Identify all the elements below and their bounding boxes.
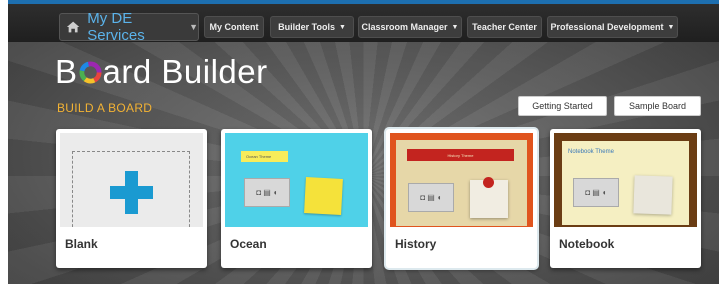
nav-label: Builder Tools: [278, 22, 335, 32]
theme-card-ocean[interactable]: Ocean Theme ◘ ▤ ◖ Ocean: [221, 129, 372, 268]
nav-my-content[interactable]: My Content: [204, 16, 264, 38]
chevron-down-icon: ▼: [667, 23, 675, 31]
nav-label: My Content: [209, 22, 259, 32]
getting-started-button[interactable]: Getting Started: [518, 96, 607, 116]
media-box: ◘ ▤ ◖: [408, 183, 454, 212]
document-icon: ▤: [427, 193, 435, 202]
theme-tag: Ocean Theme: [241, 151, 288, 162]
theme-card-history[interactable]: History Theme ◘ ▤ ◖ History: [386, 129, 537, 268]
my-de-services-label: My DE Services: [87, 10, 145, 44]
theme-tag-text: Notebook Theme: [568, 149, 614, 155]
logo-text-start: B: [55, 53, 78, 90]
blank-thumbnail: [60, 133, 203, 227]
chevron-down-icon: ▼: [338, 23, 346, 31]
history-thumbnail: History Theme ◘ ▤ ◖: [390, 133, 533, 227]
logo-text-end: ard Builder: [102, 53, 268, 90]
camera-icon: ◘: [256, 188, 262, 197]
camera-icon: ◘: [585, 188, 591, 197]
notebook-thumbnail: Notebook Theme ◘ ▤ ◖: [554, 133, 697, 227]
nav-teacher-center[interactable]: Teacher Center: [467, 16, 542, 38]
ocean-thumbnail: Ocean Theme ◘ ▤ ◖: [225, 133, 368, 227]
theme-tag: Notebook Theme: [568, 149, 614, 155]
sticky-note: [304, 177, 343, 215]
camera-icon: ◘: [420, 193, 426, 202]
theme-tag-text: History Theme: [447, 152, 474, 158]
wax-seal: [483, 177, 494, 188]
chevron-down-icon: ▼: [189, 22, 198, 32]
theme-tag-text: Ocean Theme: [246, 154, 272, 159]
theme-label: Ocean: [230, 237, 267, 251]
theme-banner: History Theme: [407, 149, 514, 161]
nav-label: Professional Development: [550, 22, 664, 32]
build-a-board-heading: BUILD A BOARD: [57, 101, 153, 115]
nav-label: Classroom Manager: [361, 22, 448, 32]
theme-card-blank[interactable]: Blank: [56, 129, 207, 268]
board-builder-logo: B ard Builder: [55, 53, 268, 91]
theme-label: History: [395, 237, 437, 251]
nav-label: Teacher Center: [472, 22, 537, 32]
theme-label: Notebook: [559, 237, 615, 251]
chevron-down-icon: ▼: [451, 23, 459, 31]
media-box: ◘ ▤ ◖: [573, 178, 619, 207]
sample-board-button[interactable]: Sample Board: [614, 96, 701, 116]
nav-classroom-manager[interactable]: Classroom Manager ▼: [358, 16, 462, 38]
color-wheel-icon: [78, 61, 102, 84]
my-de-services-button[interactable]: My DE Services ▼: [59, 10, 199, 44]
nav-builder-tools[interactable]: Builder Tools ▼: [270, 16, 354, 38]
home-icon: [66, 21, 80, 33]
theme-label: Blank: [65, 237, 98, 251]
top-navigation: My DE Services ▼ My Content Builder Tool…: [8, 0, 719, 44]
document-icon: ▤: [263, 188, 271, 197]
speaker-icon: ◖: [601, 188, 607, 197]
theme-card-notebook[interactable]: Notebook Theme ◘ ▤ ◖ Notebook: [550, 129, 701, 268]
media-box: ◘ ▤ ◖: [244, 178, 290, 207]
board-builder-page: My DE Services ▼ My Content Builder Tool…: [8, 0, 719, 284]
paper-note: [633, 175, 673, 215]
document-icon: ▤: [592, 188, 600, 197]
speaker-icon: ◖: [272, 188, 278, 197]
speaker-icon: ◖: [436, 193, 442, 202]
nav-professional-development[interactable]: Professional Development ▼: [547, 16, 678, 38]
plus-icon: [110, 171, 153, 214]
